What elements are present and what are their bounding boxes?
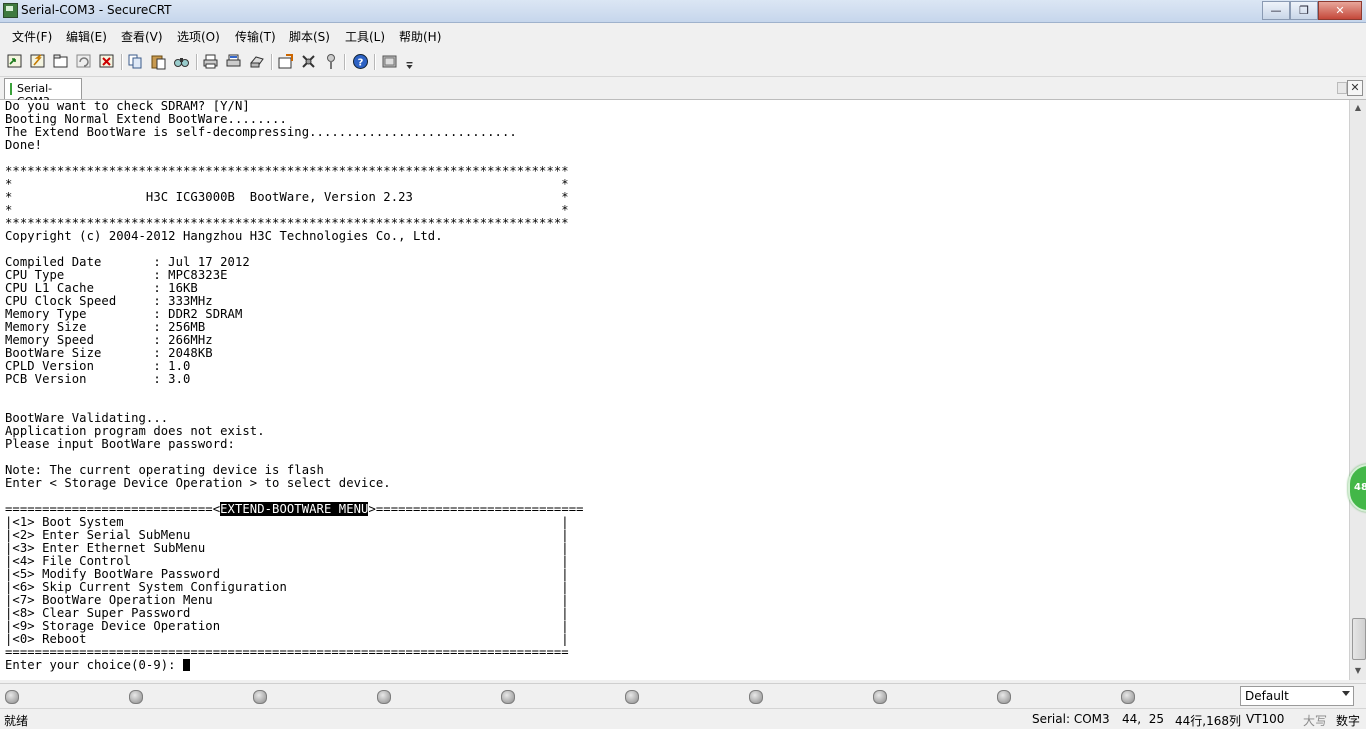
status-ready: 就绪 [4,714,29,728]
menu-bar: 文件(F) 编辑(E) 查看(V) 选项(O) 传输(T) 脚本(S) 工具(L… [0,24,1366,46]
session-tab-bar: Serial-COM3 [0,77,1366,108]
menu-tools[interactable]: 工具(L) [345,28,385,45]
close-button[interactable]: ✕ [1318,1,1362,20]
button-bar-select[interactable]: Default [1240,686,1354,706]
disconnect-icon[interactable] [98,53,115,70]
toolbar-separator [121,54,123,70]
status-connection: Serial: COM3 [1032,712,1110,726]
toolbar: ? [0,48,1366,77]
tab-connected-indicator [10,83,12,95]
menu-transfer[interactable]: 传输(T) [235,28,276,45]
print-setup-icon[interactable] [248,53,265,70]
button-bar-button[interactable] [253,690,267,704]
button-bar [0,683,1366,708]
keymap-icon[interactable] [323,53,340,70]
tab-serial-com3[interactable]: Serial-COM3 [4,78,82,108]
terminal-cursor [183,659,191,671]
window-title: Serial-COM3 - SecureCRT [21,3,172,17]
button-bar-button[interactable] [5,690,19,704]
terminal-scrollbar[interactable]: ▲ ▼ [1349,100,1366,680]
scroll-up-arrow-icon[interactable]: ▲ [1353,103,1363,113]
status-caps-lock: 大写 [1303,714,1328,728]
status-bar: 就绪 Serial: COM3 44, 25 44行,168列 VT100 大写… [0,708,1366,729]
svg-text:?: ? [358,58,364,69]
paste-icon[interactable] [150,53,167,70]
button-bar-button[interactable] [997,690,1011,704]
toolbar-separator [374,54,376,70]
global-options-icon[interactable] [300,53,317,70]
menu-file[interactable]: 文件(F) [12,28,52,45]
quick-connect-icon[interactable] [29,53,46,70]
maximize-button[interactable]: ❐ [1290,1,1318,20]
terminal-boot-log: Do you want to check SDRAM? [Y/N] Bootin… [5,100,569,490]
button-bar-button[interactable] [377,690,391,704]
terminal-text: Do you want to check SDRAM? [Y/N] Bootin… [5,100,584,672]
connect-in-tab-icon[interactable] [52,53,69,70]
sftp-icon[interactable] [381,53,398,70]
button-bar-button[interactable] [129,690,143,704]
status-emulation: VT100 [1246,712,1285,726]
print-icon[interactable] [202,53,219,70]
button-bar-button[interactable] [1121,690,1135,704]
reconnect-icon[interactable] [75,53,92,70]
status-terminal-size: 44行,168列 [1175,714,1241,728]
status-num-lock: 数字 [1336,714,1361,728]
chevron-down-icon [1342,691,1350,696]
scrollbar-thumb[interactable] [1352,618,1366,660]
tab-pin-icon[interactable] [1337,82,1347,94]
menu-border-left: ============================< [5,502,221,516]
toolbar-separator [196,54,198,70]
bootware-menu-options: |<1> Boot System | |<2> Enter Serial Sub… [5,515,569,659]
help-icon[interactable]: ? [352,53,369,70]
toolbar-separator [271,54,273,70]
securecrt-app-icon[interactable] [3,3,18,18]
copy-icon[interactable] [127,53,144,70]
menu-view[interactable]: 查看(V) [121,28,163,45]
terminal-output[interactable]: Do you want to check SDRAM? [Y/N] Bootin… [0,100,1349,680]
tab-close-button[interactable]: ✕ [1347,80,1363,96]
scroll-down-arrow-icon[interactable]: ▼ [1353,666,1363,676]
window-controls: — ❐ ✕ [1262,1,1362,20]
button-bar-select-value: Default [1245,689,1289,703]
menu-options[interactable]: 选项(O) [177,28,220,45]
button-bar-button[interactable] [749,690,763,704]
menu-help[interactable]: 帮助(H) [399,28,441,45]
command-prompt: Enter your choice(0-9): [5,658,184,672]
more-icon[interactable] [401,53,413,70]
title-bar: Serial-COM3 - SecureCRT — ❐ ✕ [0,0,1366,23]
minimize-button[interactable]: — [1262,1,1290,20]
menu-border-right: >============================ [368,502,584,516]
find-icon[interactable] [173,53,190,70]
button-bar-button[interactable] [501,690,515,704]
status-cursor-position: 44, 25 [1122,712,1164,726]
button-bar-button[interactable] [873,690,887,704]
session-options-icon[interactable] [277,53,294,70]
print-selection-icon[interactable] [225,53,242,70]
extend-bootware-menu-title: EXTEND-BOOTWARE MENU [220,502,369,516]
toolbar-separator [344,54,346,70]
connect-icon[interactable] [6,53,23,70]
button-bar-button[interactable] [625,690,639,704]
menu-script[interactable]: 脚本(S) [289,28,330,45]
menu-edit[interactable]: 编辑(E) [66,28,107,45]
